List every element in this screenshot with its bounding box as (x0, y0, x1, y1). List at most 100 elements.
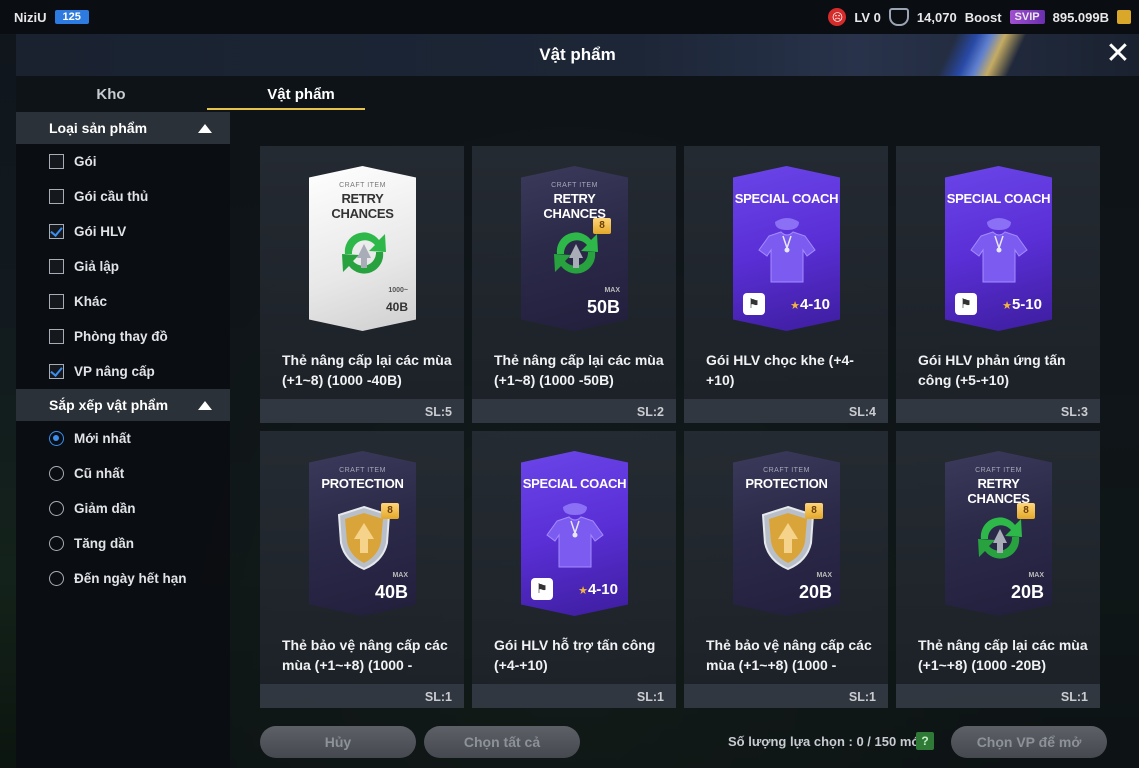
mood-icon: ☹ (828, 8, 847, 26)
filter-option[interactable]: Khác (16, 284, 230, 319)
art-sup-label: CRAFT ITEM (339, 182, 386, 189)
tab-kho[interactable]: Kho (16, 76, 206, 112)
trophy-shield-icon (888, 8, 909, 26)
art-title: RETRY CHANCES (543, 191, 606, 221)
filter-option-label: Gói cầu thủ (74, 189, 149, 204)
art-title: PROTECTION (745, 476, 828, 491)
art-value-amount: 20B (1010, 582, 1044, 602)
radio-button[interactable] (49, 571, 64, 586)
item-name: Thẻ bảo vệ nâng cấp các mùa (+1~+8) (100… (706, 637, 872, 673)
item-card[interactable]: CRAFT ITEM RETRY CHANCES 1000~ 40B Thẻ nân… (260, 146, 464, 423)
item-card[interactable]: CRAFT ITEM PROTECTION 8 MAX 40B Thẻ bảo vệ… (260, 431, 464, 708)
sort-option[interactable]: Cũ nhất (16, 456, 230, 491)
sort-option[interactable]: Giảm dần (16, 491, 230, 526)
open-selected-button[interactable]: Chọn VP để mở (951, 726, 1107, 758)
radio-button[interactable] (49, 536, 64, 551)
trophy-count: 14,070 (916, 9, 957, 25)
item-quantity: SL:4 (848, 405, 876, 419)
art-value: MAX 50B (587, 283, 620, 316)
item-card[interactable]: CRAFT ITEM RETRY CHANCES 8 MAX 20B Thẻ nân… (896, 431, 1100, 708)
art-level-range: 5-10 (1011, 296, 1042, 313)
radio-button[interactable] (49, 431, 64, 446)
item-art: CRAFT ITEM PROTECTION 8 MAX 40B (309, 451, 416, 616)
coin-balance: 895.099B (1052, 9, 1109, 25)
star-icon: ★ (578, 585, 588, 597)
item-card[interactable]: SPECIAL COACH ⚑ ★4-10 Gói HLV hỗ trợ tấn … (472, 431, 676, 708)
close-button[interactable]: ✕ (1103, 39, 1133, 70)
title-decoration (929, 34, 1049, 76)
sort-option[interactable]: Mới nhất (16, 421, 230, 456)
art-title: PROTECTION (321, 476, 404, 491)
sort-option[interactable]: Tăng dần (16, 526, 230, 561)
item-name: Thẻ nâng cấp lại các mùa (+1~+8) (1000 -… (918, 637, 1088, 673)
item-quantity: SL:1 (1060, 690, 1088, 704)
username: NiziU (14, 9, 47, 25)
item-art: CRAFT ITEM RETRY CHANCES 1000~ 40B (309, 166, 416, 331)
tab-bar: Kho Vật phẩm (16, 76, 396, 112)
item-card[interactable]: SPECIAL COACH ⚑ ★4-10 Gói HLV chọc khe (+… (684, 146, 888, 423)
filter-option[interactable]: Gói cầu thủ (16, 179, 230, 214)
item-card[interactable]: SPECIAL COACH ⚑ ★5-10 Gói HLV phản ứng tấ… (896, 146, 1100, 423)
item-quantity: SL:1 (636, 690, 664, 704)
filter-option[interactable]: Gói (16, 144, 230, 179)
collapse-triangle-icon (198, 400, 212, 410)
select-all-button[interactable]: Chọn tất cả (424, 726, 580, 758)
item-name: Gói HLV chọc khe (+4-+10) (706, 352, 854, 388)
item-card[interactable]: CRAFT ITEM RETRY CHANCES 8 MAX 50B Thẻ nân… (472, 146, 676, 423)
checkbox[interactable] (49, 329, 64, 344)
sort-option-label: Mới nhất (74, 431, 131, 446)
filter-option[interactable]: Gói HLV (16, 214, 230, 249)
collapse-triangle-icon (198, 123, 212, 133)
coach-emblem-icon: ⚑ (531, 578, 553, 600)
art-value: MAX 20B (799, 568, 832, 601)
item-name: Thẻ bảo vệ nâng cấp các mùa (+1~+8) (100… (282, 637, 448, 673)
filter-option[interactable]: Giả lập (16, 249, 230, 284)
tab-vat-pham[interactable]: Vật phẩm (206, 76, 396, 112)
lv-label: LV 0 (854, 9, 881, 25)
item-art: SPECIAL COACH ⚑ ★4-10 (733, 166, 840, 331)
item-quantity: SL:1 (424, 690, 452, 704)
art-title: RETRY CHANCES (967, 476, 1030, 506)
checkbox[interactable] (49, 189, 64, 204)
sort-header-label: Sắp xếp vật phẩm (49, 397, 169, 413)
help-icon[interactable]: ? (916, 732, 934, 750)
art-level: ★4-10 (578, 581, 618, 598)
checkbox[interactable] (49, 154, 64, 169)
item-grid: CRAFT ITEM RETRY CHANCES 1000~ 40B Thẻ nân… (260, 146, 1104, 708)
sort-option-label: Đến ngày hết hạn (74, 571, 187, 586)
art-value-amount: 40B (374, 582, 408, 602)
radio-button[interactable] (49, 501, 64, 516)
sort-header[interactable]: Sắp xếp vật phẩm (16, 389, 230, 421)
filter-option-label: Phòng thay đồ (74, 329, 168, 344)
filter-option[interactable]: VP nâng cấp (16, 354, 230, 389)
items-window: Vật phẩm ✕ Kho Vật phẩm Loại sản phẩm Gó… (16, 34, 1139, 768)
art-level-range: 4-10 (799, 296, 830, 313)
item-art: CRAFT ITEM RETRY CHANCES 8 MAX 20B (945, 451, 1052, 616)
checkbox[interactable] (49, 259, 64, 274)
product-type-header[interactable]: Loại sản phẩm (16, 112, 230, 144)
coach-emblem-icon: ⚑ (743, 293, 765, 315)
cancel-button[interactable]: Hủy (260, 726, 416, 758)
checkbox[interactable] (49, 294, 64, 309)
item-name: Gói HLV hỗ trợ tấn công (+4-+10) (494, 637, 656, 673)
art-sup-label: CRAFT ITEM (763, 467, 810, 474)
item-name: Gói HLV phản ứng tấn công (+5-+10) (918, 352, 1066, 388)
art-title: RETRY CHANCES (331, 191, 394, 221)
user-level-badge: 125 (54, 10, 89, 24)
coin-icon (1117, 10, 1131, 24)
radio-button[interactable] (49, 466, 64, 481)
item-quantity: SL:5 (424, 405, 452, 419)
item-card[interactable]: CRAFT ITEM PROTECTION 8 MAX 20B Thẻ bảo vệ… (684, 431, 888, 708)
active-tab-underline (207, 108, 365, 110)
status-bar: NiziU 125 ☹ LV 0 14,070 Boost SVIP 895.0… (0, 0, 1139, 34)
window-titlebar: Vật phẩm ✕ (16, 34, 1139, 76)
selection-count: Số lượng lựa chọn : 0 / 150 món (728, 734, 928, 749)
checkbox[interactable] (49, 224, 64, 239)
filter-option[interactable]: Phòng thay đồ (16, 319, 230, 354)
art-sup-label: CRAFT ITEM (551, 182, 598, 189)
upgrade-level-badge: 8 (593, 218, 611, 234)
upgrade-level-badge: 8 (381, 503, 399, 519)
checkbox[interactable] (49, 364, 64, 379)
sort-option[interactable]: Đến ngày hết hạn (16, 561, 230, 596)
upgrade-level-badge: 8 (805, 503, 823, 519)
